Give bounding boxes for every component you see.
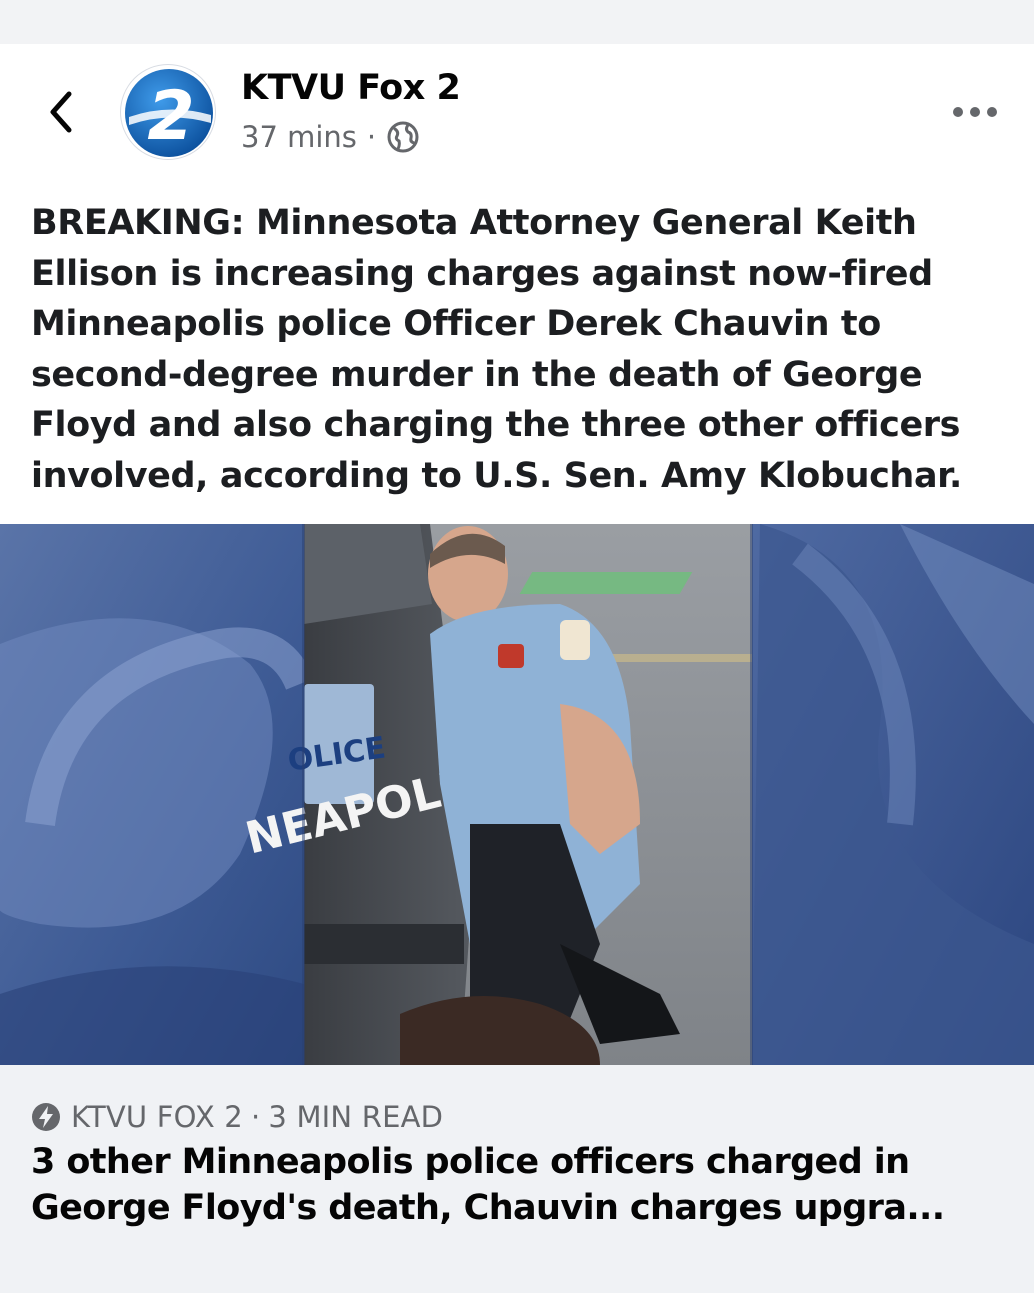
link-title[interactable]: 3 other Minneapolis police officers char…: [31, 1139, 1021, 1231]
link-source: KTVU FOX 2: [71, 1100, 243, 1134]
status-area: [0, 0, 1034, 44]
chevron-left-icon: [50, 91, 72, 133]
page-avatar[interactable]: 2: [120, 64, 216, 160]
more-options-button[interactable]: [948, 94, 1002, 130]
link-preview-footer[interactable]: KTVU FOX 2 · 3 MIN READ 3 other Minneapo…: [0, 1065, 1034, 1293]
post-timestamp[interactable]: 37 mins: [241, 120, 357, 154]
source-separator: ·: [250, 1100, 261, 1134]
read-time: 3 MIN READ: [268, 1100, 444, 1134]
back-button[interactable]: [38, 86, 82, 138]
meta-separator: ·: [366, 120, 377, 154]
globe-icon: [386, 120, 420, 154]
avatar-logo-text: 2: [147, 77, 194, 156]
link-source-row: KTVU FOX 2 · 3 MIN READ: [31, 1100, 443, 1134]
post-meta: 37 mins ·: [241, 117, 420, 157]
link-preview-image[interactable]: OLICE NEAPOLIS: [0, 524, 1034, 1065]
lightning-bolt-icon: [31, 1102, 61, 1132]
post-text: BREAKING: Minnesota Attorney General Kei…: [31, 203, 962, 496]
link-preview-card[interactable]: OLICE NEAPOLIS KTVU FOX 2 · 3 MIN READ 3…: [0, 524, 1034, 1293]
ktvu-logo: 2: [125, 69, 213, 157]
more-horizontal-icon: [953, 107, 997, 117]
page-name[interactable]: KTVU Fox 2: [241, 68, 461, 108]
